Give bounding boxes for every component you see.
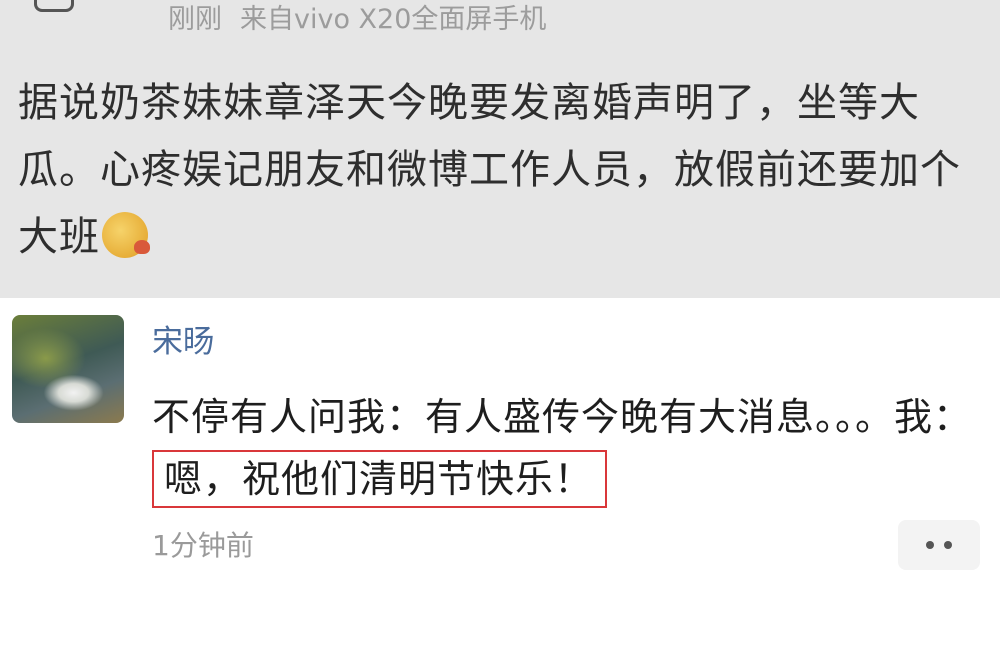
comment-text: 不停有人问我：有人盛传今晚有大消息。。。我： 嗯，祝他们清明节快乐！ [152,386,982,510]
smirk-emoji-icon [102,212,150,258]
comment-text-main: 不停有人问我：有人盛传今晚有大消息。。。我： [152,395,973,439]
more-dots-icon [944,541,952,549]
more-options-button[interactable] [898,520,980,570]
post-body: 据说奶茶妹妹章泽天今晚要发离婚声明了，坐等大瓜。心疼娱记朋友和微博工作人员，放假… [18,70,988,271]
post-meta: 刚刚 来自vivo X20全面屏手机 [168,0,546,40]
comment-username[interactable]: 宋旸 [152,320,214,364]
highlighted-text: 嗯，祝他们清明节快乐！ [152,450,608,508]
comment-time: 1分钟前 [152,529,254,562]
post-source[interactable]: 来自vivo X20全面屏手机 [240,4,546,35]
original-post: 刚刚 来自vivo X20全面屏手机 据说奶茶妹妹章泽天今晚要发离婚声明了，坐等大… [0,0,1000,298]
logo-text [24,18,124,28]
comment-item: 宋旸 不停有人问我：有人盛传今晚有大消息。。。我： 嗯，祝他们清明节快乐！ 1分钟… [0,298,1000,648]
logo-mark-icon [34,0,74,12]
more-dots-icon [926,541,934,549]
post-time: 刚刚 [168,4,222,35]
poster-avatar-logo[interactable] [24,0,124,38]
avatar[interactable] [12,315,124,423]
post-text: 据说奶茶妹妹章泽天今晚要发离婚声明了，坐等大瓜。心疼娱记朋友和微博工作人员，放假… [18,80,961,260]
